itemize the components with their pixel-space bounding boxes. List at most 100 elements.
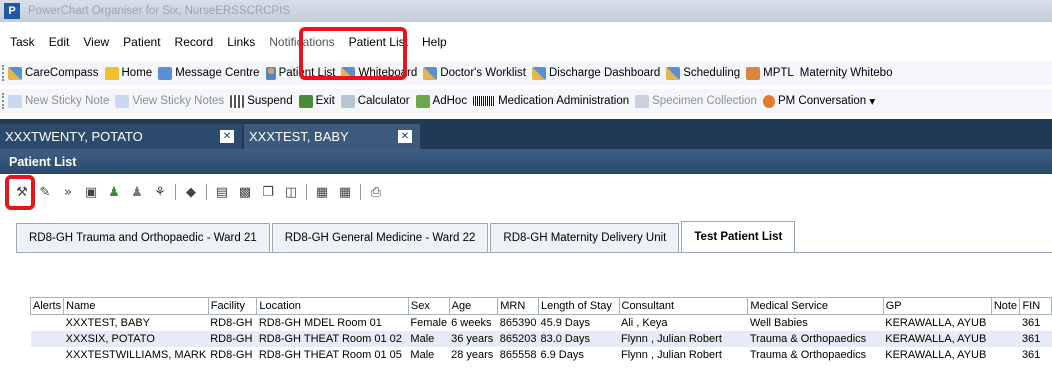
table-cell: Trauma & Orthopaedics — [749, 348, 867, 361]
toolbar-separator — [175, 184, 176, 200]
copy-icon[interactable]: ❐ — [260, 184, 276, 200]
close-icon[interactable]: ✕ — [398, 130, 412, 143]
tab-general-medicine-ward-22[interactable]: RD8-GH General Medicine - Ward 22 — [271, 223, 489, 252]
doctors-worklist-label: Doctor's Worklist — [440, 67, 526, 79]
column-header[interactable]: Length of Stay — [537, 297, 620, 315]
mptl-button[interactable]: MPTL — [746, 66, 794, 80]
people-icon — [746, 66, 761, 80]
table-row[interactable]: XXXTEST, BABY RD8-GH RD8-GH MDEL Room 01… — [31, 315, 1052, 331]
column-header[interactable]: Facility — [207, 297, 258, 315]
section-title: Patient List — [9, 154, 77, 169]
table-cell: RD8-GH — [210, 316, 253, 329]
column-header[interactable]: GP — [882, 297, 992, 315]
menu-task[interactable]: Task — [10, 35, 35, 49]
grid-icon — [531, 66, 546, 80]
form-icon[interactable]: ▦ — [337, 184, 353, 200]
card-icon[interactable]: ▦ — [314, 184, 330, 200]
add-person-icon[interactable]: ♟ — [106, 184, 122, 200]
forward-icon[interactable]: » — [60, 184, 76, 200]
medication-administration-button[interactable]: Medication Administration — [473, 95, 629, 107]
adhoc-label: AdHoc — [432, 95, 468, 107]
close-icon[interactable]: ✕ — [220, 130, 234, 143]
specimen-collection-button[interactable]: Specimen Collection — [635, 94, 757, 108]
column-header[interactable]: Alerts — [30, 297, 65, 315]
column-header[interactable]: Location — [256, 297, 409, 315]
patient-tab-1[interactable]: XXXTWENTY, POTATO ✕ — [0, 124, 242, 149]
toolbar-grip[interactable] — [2, 65, 5, 81]
patient-tabs-bar: XXXTWENTY, POTATO ✕ XXXTEST, BABY ✕ — [0, 119, 1052, 149]
menu-patient[interactable]: Patient — [123, 35, 160, 49]
discharge-dashboard-button[interactable]: Discharge Dashboard — [531, 66, 660, 80]
table-cell: Trauma & Orthopaedics — [749, 332, 867, 345]
column-header[interactable]: Age — [448, 297, 499, 315]
table-cell: 83.0 Days — [540, 332, 590, 345]
column-header[interactable]: Sex — [407, 297, 450, 315]
exit-button[interactable]: Exit — [298, 94, 335, 108]
printer-icon[interactable]: ⎙ — [368, 184, 384, 200]
column-header[interactable]: Name — [63, 297, 209, 315]
column-header[interactable]: Consultant — [618, 297, 749, 315]
pm-conversation-button[interactable]: PM Conversation ▾ — [762, 94, 875, 108]
adhoc-icon — [415, 94, 430, 108]
table-cell: 6.9 Days — [540, 348, 584, 361]
table-cell: Flynn , Julian Robert — [621, 332, 722, 345]
doctors-worklist-button[interactable]: Doctor's Worklist — [423, 66, 526, 80]
view-sticky-notes-label: View Sticky Notes — [132, 95, 225, 107]
column-header[interactable]: FIN — [1019, 297, 1052, 315]
calculator-button[interactable]: Calculator — [340, 94, 410, 108]
carecompass-button[interactable]: CareCompass — [8, 66, 99, 80]
exit-icon — [298, 94, 313, 108]
tabs-divider — [16, 252, 1052, 253]
table-cell: Female — [410, 316, 448, 329]
dropdown-arrow-icon[interactable]: ▾ — [866, 94, 875, 108]
toolbar-grip[interactable] — [2, 93, 5, 109]
notes-icon[interactable]: ▤ — [214, 184, 230, 200]
table-cell: 28 years — [451, 348, 494, 361]
exit-label: Exit — [315, 95, 335, 107]
table-row[interactable]: XXXTESTWILLIAMS, MARK RD8-GH RD8-GH THEA… — [31, 347, 1052, 363]
table-cell — [31, 331, 64, 347]
menu-record[interactable]: Record — [175, 35, 214, 49]
home-button[interactable]: Home — [104, 66, 152, 80]
suspend-button[interactable]: Suspend — [230, 94, 293, 108]
table-cell: XXXTEST, BABY — [65, 316, 150, 329]
message-icon — [158, 66, 173, 80]
clipboard-icon[interactable]: ▩ — [237, 184, 253, 200]
tab-maternity-delivery-unit[interactable]: RD8-GH Maternity Delivery Unit — [490, 223, 680, 252]
home-icon — [104, 66, 119, 80]
secondary-toolbar: New Sticky Note View Sticky Notes Suspen… — [0, 89, 1052, 113]
shield-icon[interactable]: ◆ — [183, 184, 199, 200]
table-cell: 6 weeks — [451, 316, 492, 329]
remove-person-icon[interactable]: ♟ — [129, 184, 145, 200]
print-icon[interactable]: ⚘ — [152, 184, 168, 200]
sticky-note-icon — [115, 94, 130, 108]
paste-icon[interactable]: ◫ — [283, 184, 299, 200]
patient-tab-2[interactable]: XXXTEST, BABY ✕ — [244, 124, 420, 149]
table-cell: KERAWALLA, AYUB — [885, 316, 987, 329]
properties-icon[interactable]: ⚒ — [14, 184, 30, 200]
table-cell: 361 — [1021, 332, 1041, 345]
menu-view[interactable]: View — [83, 35, 109, 49]
message-centre-button[interactable]: Message Centre — [158, 66, 260, 80]
maternity-whiteboard-button[interactable]: Maternity Whitebo — [800, 67, 893, 79]
menu-edit[interactable]: Edit — [49, 35, 70, 49]
suspend-label: Suspend — [247, 95, 293, 107]
tab-trauma-ward-21[interactable]: RD8-GH Trauma and Orthopaedic - Ward 21 — [16, 223, 270, 252]
tab-test-patient-list[interactable]: Test Patient List — [681, 221, 796, 252]
main-toolbar: CareCompass Home Message Centre Patient … — [0, 61, 1052, 85]
table-row[interactable]: XXXSIX, POTATO RD8-GH RD8-GH THEAT Room … — [30, 330, 1052, 347]
menu-links[interactable]: Links — [227, 35, 255, 49]
table-cell: RD8-GH THEAT Room 01 02 — [258, 332, 402, 345]
view-icon[interactable]: ▣ — [83, 184, 99, 200]
edit-icon[interactable]: ✎ — [37, 184, 53, 200]
scheduling-button[interactable]: Scheduling — [666, 66, 740, 80]
column-header[interactable]: Note — [990, 297, 1021, 315]
adhoc-button[interactable]: AdHoc — [415, 94, 468, 108]
column-header[interactable]: Medical Service — [747, 297, 884, 315]
view-sticky-notes-button[interactable]: View Sticky Notes — [115, 94, 225, 108]
column-header[interactable]: MRN — [497, 297, 539, 315]
new-sticky-note-button[interactable]: New Sticky Note — [8, 94, 109, 108]
sticky-note-icon — [8, 94, 22, 108]
table-cell — [991, 315, 1020, 331]
menu-help[interactable]: Help — [422, 35, 447, 49]
